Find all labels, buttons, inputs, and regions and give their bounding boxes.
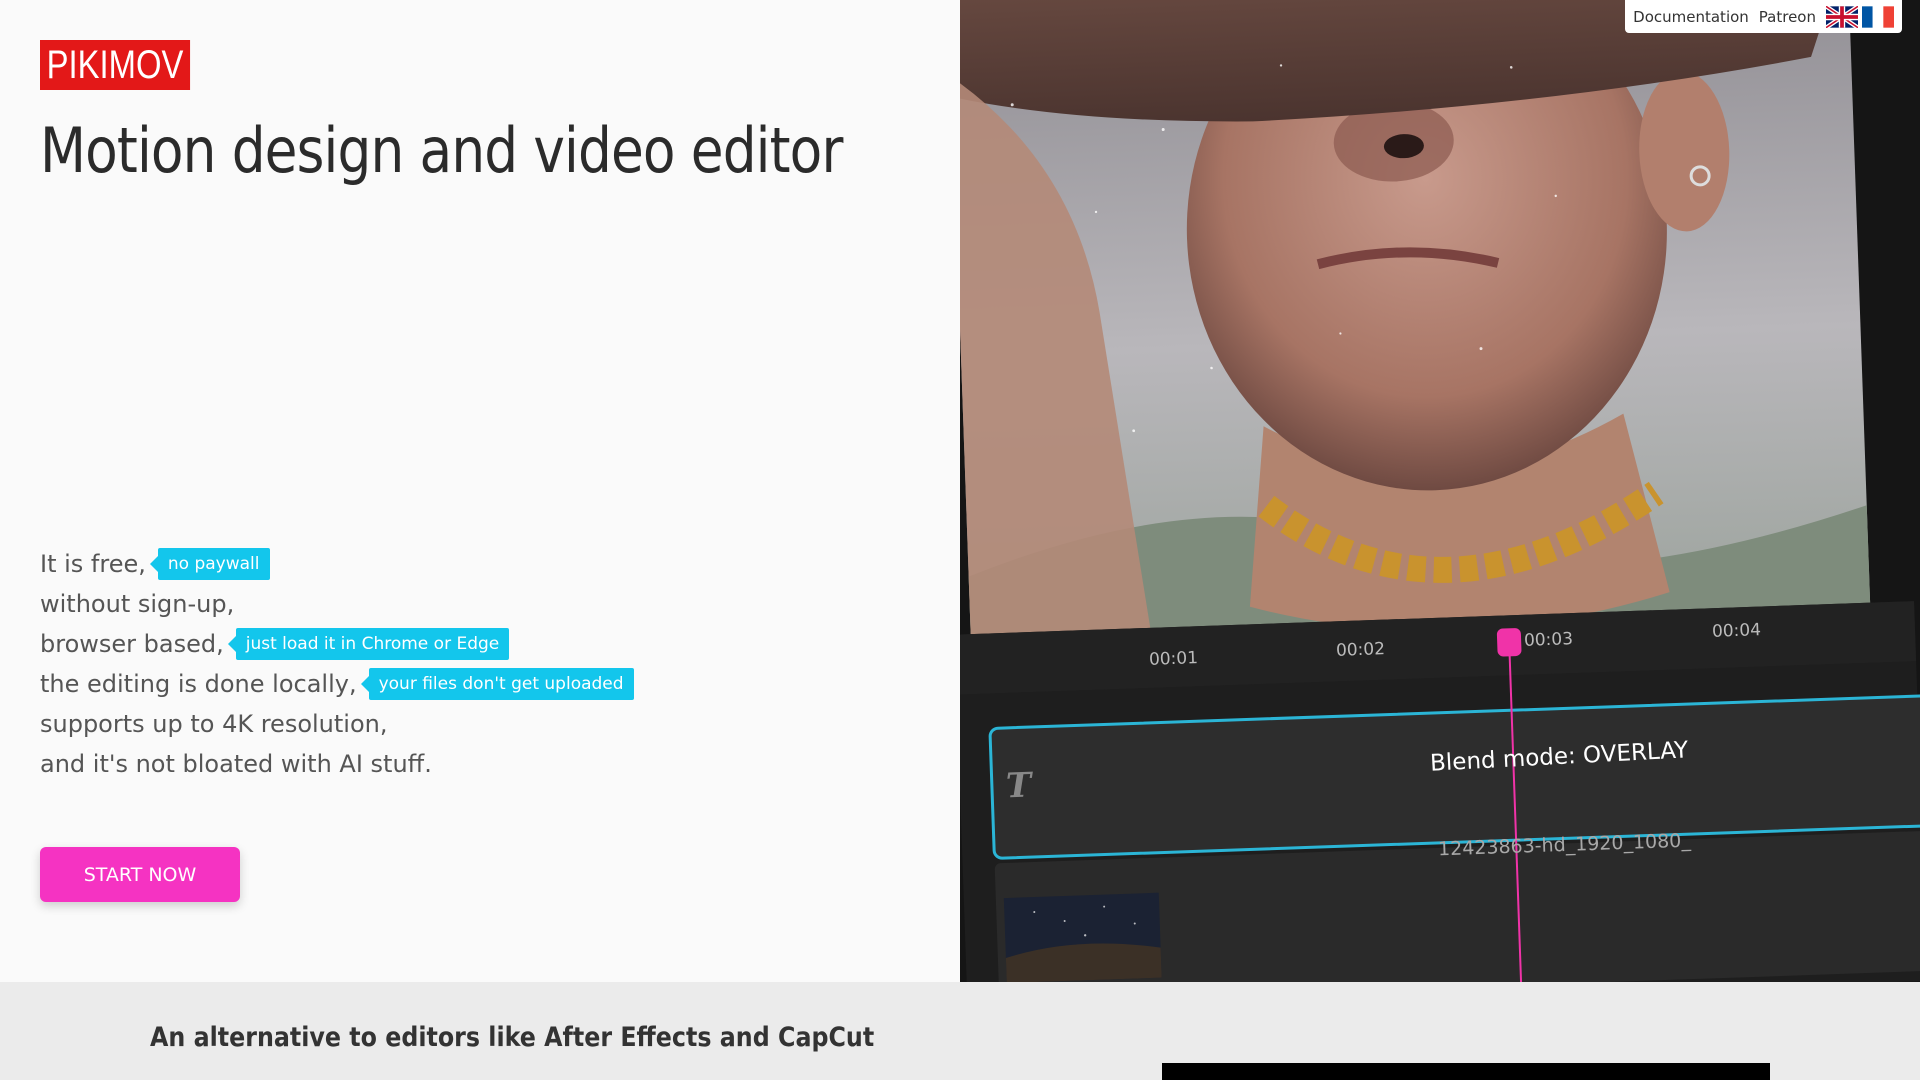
feature-item: and it's not bloated with AI stuff.	[40, 744, 634, 784]
alternatives-section: An alternative to editors like After Eff…	[0, 982, 1920, 1080]
video-frame	[960, 0, 1872, 667]
feature-text: and it's not bloated with AI stuff.	[40, 750, 432, 778]
feature-text: supports up to 4K resolution,	[40, 710, 388, 738]
documentation-link[interactable]: Documentation	[1633, 8, 1749, 26]
timeline-tick: 00:01	[1148, 648, 1199, 670]
video-embed[interactable]	[1162, 1063, 1770, 1080]
page-title: Motion design and video editor	[40, 114, 843, 187]
timeline-tick: 00:04	[1711, 620, 1762, 642]
uk-flag-icon[interactable]	[1826, 5, 1858, 28]
feature-item: supports up to 4K resolution,	[40, 704, 634, 744]
feature-item: browser based, just load it in Chrome or…	[40, 624, 634, 664]
feature-tag: no paywall	[149, 548, 270, 580]
feature-tag: your files don't get uploaded	[360, 668, 634, 700]
feature-item: without sign-up,	[40, 584, 634, 624]
timeline-panel	[960, 601, 1920, 982]
alternatives-heading: An alternative to editors like After Eff…	[150, 1022, 875, 1053]
timeline-tick: 00:03	[1523, 629, 1574, 651]
text-clip-icon: T	[1005, 765, 1033, 807]
timeline-tick: 00:02	[1335, 639, 1386, 661]
feature-text: without sign-up,	[40, 590, 235, 618]
feature-item: the editing is done locally, your files …	[40, 664, 634, 704]
hero-left-panel: PIKIMOV Motion design and video editor I…	[0, 0, 960, 982]
language-nav: Documentation Patreon	[1625, 0, 1902, 33]
editor-preview-panel: 00:01 00:02 00:03 00:04 T Blend mode: OV…	[960, 0, 1920, 982]
feature-text: browser based,	[40, 630, 224, 658]
patreon-link[interactable]: Patreon	[1759, 8, 1816, 26]
feature-item: It is free, no paywall	[40, 544, 634, 584]
feature-text: the editing is done locally,	[40, 670, 357, 698]
editor-preview-image	[960, 0, 1920, 982]
pikimov-logo[interactable]: PIKIMOV	[40, 40, 191, 90]
feature-list: It is free, no paywall without sign-up, …	[40, 544, 634, 784]
feature-text: It is free,	[40, 550, 146, 578]
language-switcher	[1826, 5, 1894, 28]
feature-tag: just load it in Chrome or Edge	[227, 628, 510, 660]
fr-flag-icon[interactable]	[1862, 5, 1894, 28]
start-now-button[interactable]: START NOW	[40, 847, 240, 902]
